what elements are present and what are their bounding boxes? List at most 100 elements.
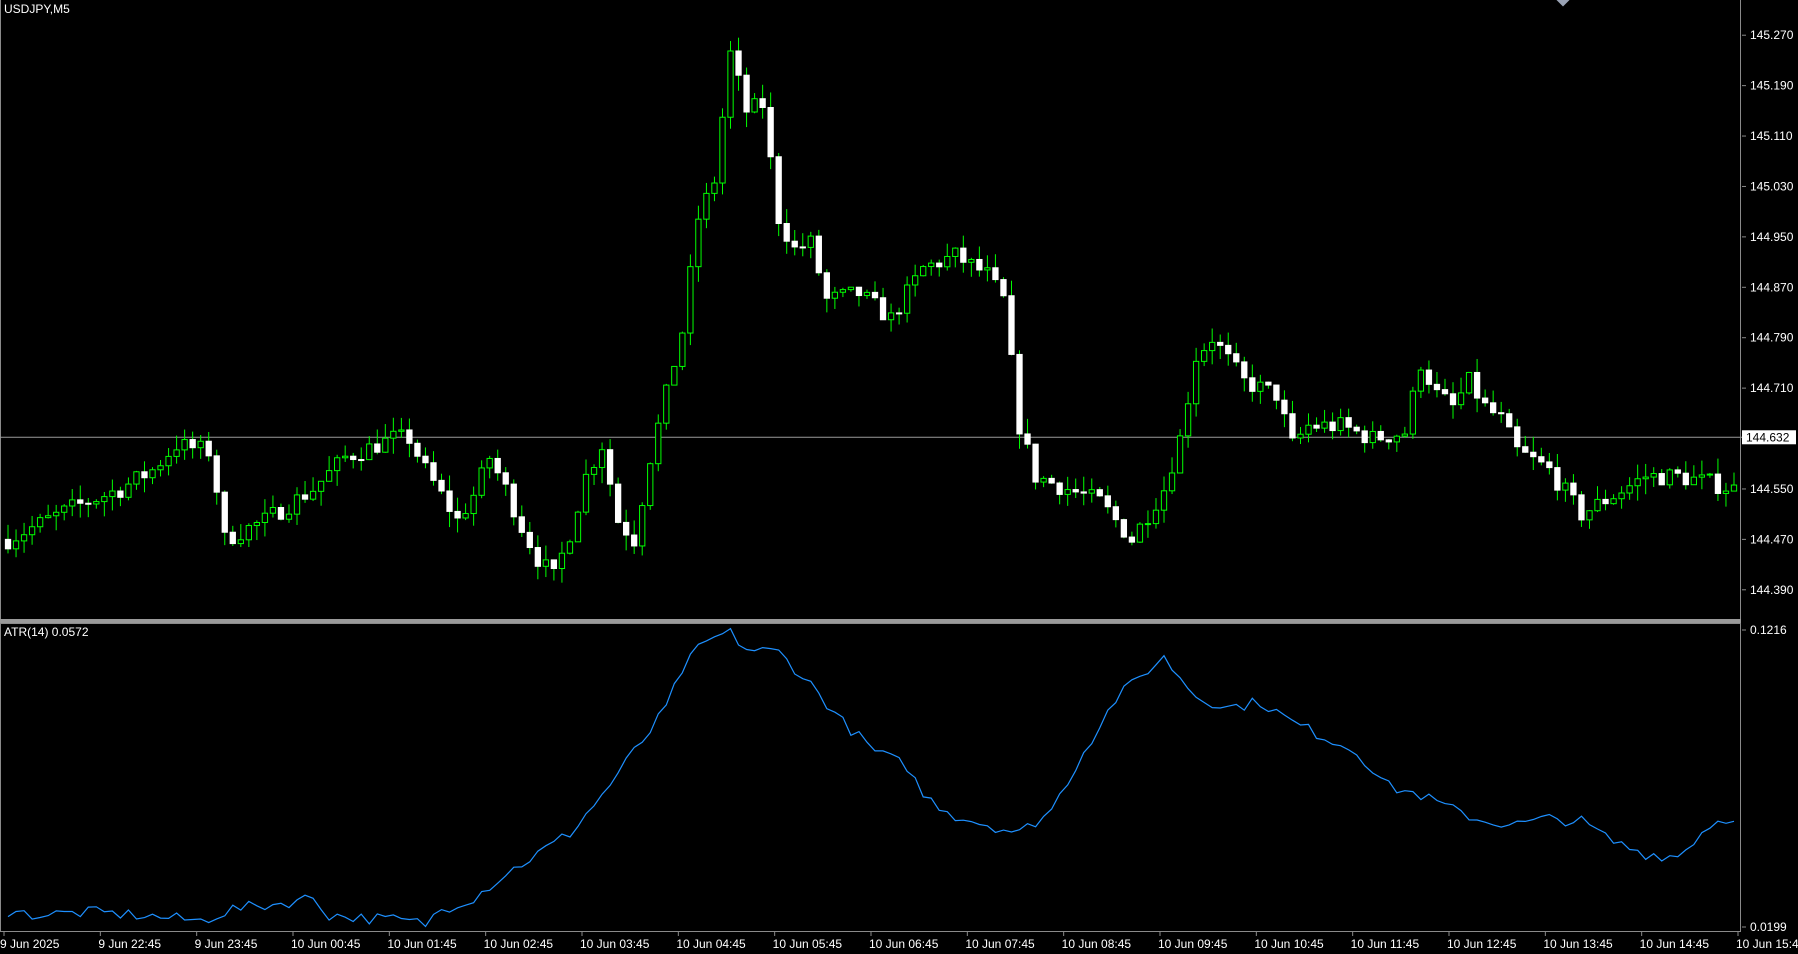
candle	[863, 289, 871, 299]
candle	[1152, 498, 1160, 529]
candle	[1682, 461, 1689, 490]
candle	[1666, 468, 1673, 489]
candle-body	[1136, 523, 1144, 543]
candle	[1530, 436, 1537, 471]
candle-body	[735, 50, 742, 76]
candle	[1722, 482, 1730, 507]
candle	[791, 229, 798, 256]
candle-body	[253, 521, 261, 527]
candle-body	[928, 262, 935, 268]
candle	[1016, 350, 1023, 449]
candle-body	[36, 517, 44, 528]
candle	[325, 456, 333, 482]
candle-body	[1498, 412, 1505, 415]
candle	[1626, 477, 1633, 500]
candle	[687, 254, 694, 346]
candle-body	[374, 443, 381, 453]
candle	[871, 281, 879, 301]
candle-body	[157, 465, 164, 471]
candle-body	[197, 440, 204, 449]
candle	[261, 499, 269, 537]
candle	[1144, 510, 1152, 538]
time-axis: 9 Jun 2025 9 Jun 22:45 9 Jun 23:45 10 Jun 0…	[0, 932, 1798, 951]
candle	[382, 424, 389, 453]
candle-body	[1666, 469, 1673, 486]
candle-body	[590, 467, 598, 475]
candle-body	[1201, 350, 1208, 362]
candle-body	[847, 286, 855, 291]
candle-body	[93, 501, 100, 505]
candle-body	[245, 525, 252, 541]
candle	[775, 152, 782, 237]
candle	[1233, 342, 1240, 367]
candle-body	[1144, 523, 1152, 526]
candle-body	[309, 490, 317, 500]
candle	[36, 513, 44, 533]
candle	[614, 477, 622, 524]
candle-body	[1481, 397, 1489, 404]
time-axis-tick-label: 10 Jun 10:45	[1254, 937, 1324, 951]
candle	[1048, 474, 1055, 484]
candle-body	[799, 246, 806, 249]
candle-body	[1313, 424, 1320, 429]
candle	[1425, 360, 1433, 394]
candle-body	[984, 267, 991, 271]
candle	[197, 435, 204, 459]
time-axis-tick-label: 10 Jun 07:45	[965, 937, 1035, 951]
candle-body	[903, 284, 911, 314]
candle	[141, 461, 148, 493]
candle	[342, 445, 349, 462]
chart-window[interactable]: 145.270 145.190 145.110 145.030 144.950 144.8…	[0, 0, 1798, 954]
candle	[93, 499, 100, 509]
candle	[1546, 452, 1553, 475]
candle	[1353, 424, 1360, 435]
candle-body	[1634, 478, 1641, 487]
candle	[1345, 408, 1352, 438]
candle-body	[422, 455, 429, 464]
time-axis-tick-label: 10 Jun 13:45	[1543, 937, 1613, 951]
candle	[1040, 476, 1047, 488]
candle-body	[1361, 430, 1368, 444]
candle	[1602, 489, 1609, 511]
candle-body	[205, 440, 212, 457]
candle-body	[398, 429, 405, 432]
candle-body	[85, 502, 92, 505]
candle-body	[510, 483, 517, 518]
candle-body	[1594, 498, 1601, 512]
candle	[1080, 476, 1087, 506]
candle	[968, 257, 975, 277]
candle-body	[1522, 446, 1529, 453]
candle-body	[1433, 383, 1441, 391]
candle-body	[542, 559, 550, 567]
atr-axis-tick-label: 0.1216	[1750, 623, 1787, 637]
candle-body	[181, 439, 188, 451]
candle	[663, 383, 670, 430]
candle	[77, 485, 84, 518]
candle-body	[117, 490, 124, 498]
candle-body	[350, 455, 357, 461]
candle	[558, 541, 566, 583]
candle	[358, 447, 365, 471]
candle-body	[12, 540, 20, 550]
candle	[1361, 425, 1368, 453]
candle-body	[1530, 451, 1537, 458]
candle-body	[486, 457, 493, 469]
candle-body	[237, 539, 244, 545]
candle	[623, 509, 630, 551]
candle-body	[887, 312, 895, 321]
candle	[510, 479, 517, 526]
candle	[173, 435, 180, 464]
candle	[727, 41, 734, 129]
candle	[1498, 401, 1505, 423]
candle-body	[1257, 381, 1264, 392]
candle	[438, 473, 445, 495]
candle	[69, 489, 76, 517]
candle-body	[1385, 439, 1392, 443]
candle	[1225, 332, 1232, 366]
candle-body	[871, 291, 879, 299]
candle-body	[165, 455, 172, 467]
candle-body	[719, 116, 726, 184]
candle-body	[1040, 477, 1047, 483]
candle-body	[1393, 435, 1400, 443]
candle-body	[109, 490, 116, 498]
